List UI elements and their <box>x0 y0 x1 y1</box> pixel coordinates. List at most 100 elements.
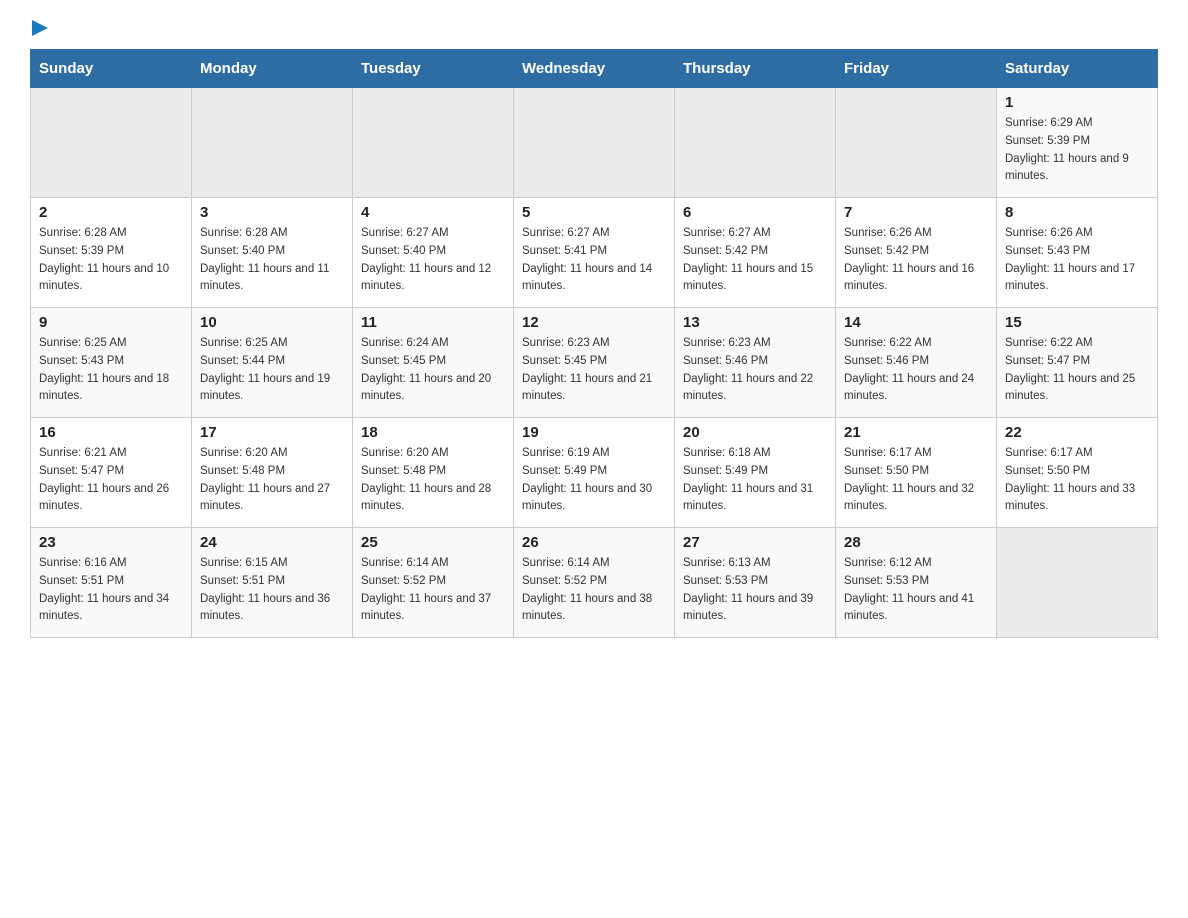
day-number: 6 <box>683 204 827 221</box>
day-info: Sunrise: 6:17 AM Sunset: 5:50 PM Dayligh… <box>1005 445 1149 516</box>
day-number: 9 <box>39 314 183 331</box>
day-number: 20 <box>683 424 827 441</box>
day-info: Sunrise: 6:14 AM Sunset: 5:52 PM Dayligh… <box>522 555 666 626</box>
day-cell <box>353 88 514 198</box>
day-number: 21 <box>844 424 988 441</box>
header-cell-tuesday: Tuesday <box>353 50 514 88</box>
day-cell: 7 Sunrise: 6:26 AM Sunset: 5:42 PM Daylig… <box>836 198 997 308</box>
day-cell <box>514 88 675 198</box>
day-number: 12 <box>522 314 666 331</box>
day-info: Sunrise: 6:26 AM Sunset: 5:43 PM Dayligh… <box>1005 225 1149 296</box>
day-number: 13 <box>683 314 827 331</box>
day-cell <box>192 88 353 198</box>
day-info: Sunrise: 6:25 AM Sunset: 5:43 PM Dayligh… <box>39 335 183 406</box>
day-info: Sunrise: 6:21 AM Sunset: 5:47 PM Dayligh… <box>39 445 183 516</box>
day-number: 26 <box>522 534 666 551</box>
day-cell: 9 Sunrise: 6:25 AM Sunset: 5:43 PM Daylig… <box>31 308 192 418</box>
day-number: 11 <box>361 314 505 331</box>
day-cell: 27Sunrise: 6:13 AM Sunset: 5:53 PM Dayli… <box>675 528 836 638</box>
day-info: Sunrise: 6:13 AM Sunset: 5:53 PM Dayligh… <box>683 555 827 626</box>
day-info: Sunrise: 6:15 AM Sunset: 5:51 PM Dayligh… <box>200 555 344 626</box>
day-cell: 3 Sunrise: 6:28 AM Sunset: 5:40 PM Daylig… <box>192 198 353 308</box>
logo <box>30 20 58 39</box>
day-cell: 8 Sunrise: 6:26 AM Sunset: 5:43 PM Daylig… <box>997 198 1158 308</box>
day-cell <box>31 88 192 198</box>
day-info: Sunrise: 6:14 AM Sunset: 5:52 PM Dayligh… <box>361 555 505 626</box>
day-cell: 14 Sunrise: 6:22 AM Sunset: 5:46 PM Dayli… <box>836 308 997 418</box>
day-info: Sunrise: 6:28 AM Sunset: 5:40 PM Dayligh… <box>200 225 344 296</box>
day-number: 16 <box>39 424 183 441</box>
day-info: Sunrise: 6:27 AM Sunset: 5:42 PM Dayligh… <box>683 225 827 296</box>
day-cell: 23 Sunrise: 6:16 AM Sunset: 5:51 PM Dayli… <box>31 528 192 638</box>
day-number: 28 <box>844 534 988 551</box>
day-number: 10 <box>200 314 344 331</box>
day-info: Sunrise: 6:27 AM Sunset: 5:41 PM Dayligh… <box>522 225 666 296</box>
day-cell <box>675 88 836 198</box>
day-info: Sunrise: 6:25 AM Sunset: 5:44 PM Dayligh… <box>200 335 344 406</box>
day-cell: 13 Sunrise: 6:23 AM Sunset: 5:46 PM Dayli… <box>675 308 836 418</box>
day-number: 1 <box>1005 94 1149 111</box>
header-cell-saturday: Saturday <box>997 50 1158 88</box>
day-cell: 16 Sunrise: 6:21 AM Sunset: 5:47 PM Dayli… <box>31 418 192 528</box>
day-info: Sunrise: 6:23 AM Sunset: 5:45 PM Dayligh… <box>522 335 666 406</box>
header-cell-wednesday: Wednesday <box>514 50 675 88</box>
day-cell: 11 Sunrise: 6:24 AM Sunset: 5:45 PM Dayli… <box>353 308 514 418</box>
header-row: SundayMondayTuesdayWednesdayThursdayFrid… <box>31 50 1158 88</box>
day-number: 22 <box>1005 424 1149 441</box>
header-cell-sunday: Sunday <box>31 50 192 88</box>
day-cell: 26 Sunrise: 6:14 AM Sunset: 5:52 PM Dayli… <box>514 528 675 638</box>
header-cell-friday: Friday <box>836 50 997 88</box>
day-cell <box>836 88 997 198</box>
day-cell <box>997 528 1158 638</box>
day-number: 7 <box>844 204 988 221</box>
day-number: 17 <box>200 424 344 441</box>
day-cell: 6 Sunrise: 6:27 AM Sunset: 5:42 PM Daylig… <box>675 198 836 308</box>
day-number: 24 <box>200 534 344 551</box>
day-cell: 22 Sunrise: 6:17 AM Sunset: 5:50 PM Dayli… <box>997 418 1158 528</box>
day-info: Sunrise: 6:22 AM Sunset: 5:47 PM Dayligh… <box>1005 335 1149 406</box>
day-cell: 15 Sunrise: 6:22 AM Sunset: 5:47 PM Dayli… <box>997 308 1158 418</box>
day-info: Sunrise: 6:16 AM Sunset: 5:51 PM Dayligh… <box>39 555 183 626</box>
header-cell-monday: Monday <box>192 50 353 88</box>
day-number: 23 <box>39 534 183 551</box>
day-cell: 1 Sunrise: 6:29 AM Sunset: 5:39 PM Daylig… <box>997 88 1158 198</box>
week-row-3: 9 Sunrise: 6:25 AM Sunset: 5:43 PM Daylig… <box>31 308 1158 418</box>
day-number: 3 <box>200 204 344 221</box>
day-number: 8 <box>1005 204 1149 221</box>
calendar-header: SundayMondayTuesdayWednesdayThursdayFrid… <box>31 50 1158 88</box>
day-cell: 24 Sunrise: 6:15 AM Sunset: 5:51 PM Dayli… <box>192 528 353 638</box>
day-number: 5 <box>522 204 666 221</box>
day-number: 25 <box>361 534 505 551</box>
day-info: Sunrise: 6:17 AM Sunset: 5:50 PM Dayligh… <box>844 445 988 516</box>
day-cell: 20 Sunrise: 6:18 AM Sunset: 5:49 PM Dayli… <box>675 418 836 528</box>
header-cell-thursday: Thursday <box>675 50 836 88</box>
day-number: 14 <box>844 314 988 331</box>
day-number: 2 <box>39 204 183 221</box>
day-info: Sunrise: 6:29 AM Sunset: 5:39 PM Dayligh… <box>1005 115 1149 186</box>
day-number: 18 <box>361 424 505 441</box>
day-cell: 18 Sunrise: 6:20 AM Sunset: 5:48 PM Dayli… <box>353 418 514 528</box>
week-row-2: 2Sunrise: 6:28 AM Sunset: 5:39 PM Daylig… <box>31 198 1158 308</box>
day-cell: 5 Sunrise: 6:27 AM Sunset: 5:41 PM Daylig… <box>514 198 675 308</box>
day-number: 15 <box>1005 314 1149 331</box>
day-info: Sunrise: 6:23 AM Sunset: 5:46 PM Dayligh… <box>683 335 827 406</box>
logo-arrow-icon <box>32 20 48 41</box>
calendar-table: SundayMondayTuesdayWednesdayThursdayFrid… <box>30 49 1158 638</box>
day-info: Sunrise: 6:26 AM Sunset: 5:42 PM Dayligh… <box>844 225 988 296</box>
day-number: 4 <box>361 204 505 221</box>
day-cell: 12 Sunrise: 6:23 AM Sunset: 5:45 PM Dayli… <box>514 308 675 418</box>
day-cell: 2Sunrise: 6:28 AM Sunset: 5:39 PM Daylig… <box>31 198 192 308</box>
day-info: Sunrise: 6:24 AM Sunset: 5:45 PM Dayligh… <box>361 335 505 406</box>
day-cell: 17 Sunrise: 6:20 AM Sunset: 5:48 PM Dayli… <box>192 418 353 528</box>
day-info: Sunrise: 6:20 AM Sunset: 5:48 PM Dayligh… <box>361 445 505 516</box>
day-info: Sunrise: 6:18 AM Sunset: 5:49 PM Dayligh… <box>683 445 827 516</box>
day-number: 19 <box>522 424 666 441</box>
day-cell: 25 Sunrise: 6:14 AM Sunset: 5:52 PM Dayli… <box>353 528 514 638</box>
day-cell: 21 Sunrise: 6:17 AM Sunset: 5:50 PM Dayli… <box>836 418 997 528</box>
day-info: Sunrise: 6:22 AM Sunset: 5:46 PM Dayligh… <box>844 335 988 406</box>
day-cell: 28 Sunrise: 6:12 AM Sunset: 5:53 PM Dayli… <box>836 528 997 638</box>
day-info: Sunrise: 6:12 AM Sunset: 5:53 PM Dayligh… <box>844 555 988 626</box>
week-row-5: 23 Sunrise: 6:16 AM Sunset: 5:51 PM Dayli… <box>31 528 1158 638</box>
day-cell: 10 Sunrise: 6:25 AM Sunset: 5:44 PM Dayli… <box>192 308 353 418</box>
day-info: Sunrise: 6:20 AM Sunset: 5:48 PM Dayligh… <box>200 445 344 516</box>
